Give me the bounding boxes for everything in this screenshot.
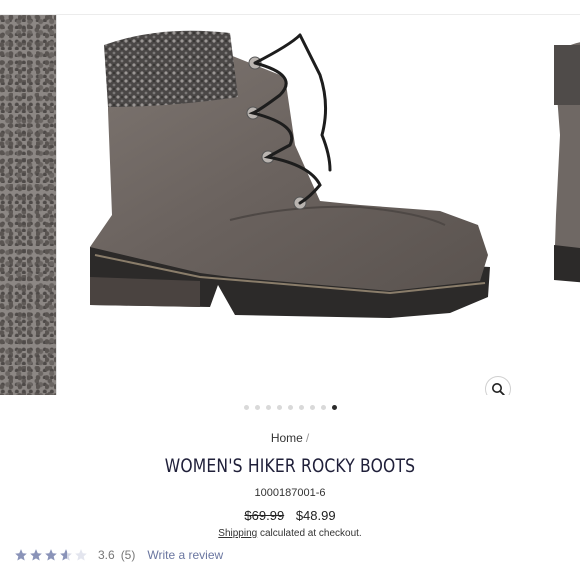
gallery-pagination xyxy=(0,405,580,410)
pagination-dot[interactable] xyxy=(243,405,249,410)
pagination-dot[interactable] xyxy=(254,405,260,410)
pagination-dot-active[interactable] xyxy=(331,405,337,410)
review-count[interactable]: (5) xyxy=(121,548,136,562)
pagination-dot[interactable] xyxy=(276,405,282,410)
star-rating xyxy=(14,548,88,562)
zoom-button[interactable] xyxy=(485,376,511,395)
pagination-dot[interactable] xyxy=(287,405,293,410)
pagination-dot[interactable] xyxy=(298,405,304,410)
gallery-slide-main[interactable] xyxy=(60,15,530,395)
product-title: WOMEN'S HIKER ROCKY BOOTS xyxy=(164,455,416,477)
gallery-slide-previous[interactable] xyxy=(0,15,57,395)
shipping-policy-link[interactable]: Shipping xyxy=(218,528,257,539)
star-partial-icon xyxy=(60,549,72,561)
pagination-dot[interactable] xyxy=(265,405,271,410)
breadcrumb: Home / xyxy=(0,431,580,445)
magnifier-icon xyxy=(492,383,505,395)
product-gallery[interactable] xyxy=(0,15,580,395)
shipping-text: calculated at checkout. xyxy=(257,528,362,539)
write-review-link[interactable]: Write a review xyxy=(147,548,223,562)
breadcrumb-home-link[interactable]: Home xyxy=(271,431,303,445)
star-full-icon xyxy=(45,549,57,561)
pagination-dot[interactable] xyxy=(320,405,326,410)
product-sku: 1000187001-6 xyxy=(254,487,326,499)
breadcrumb-separator: / xyxy=(305,431,310,445)
price-row: $69.99 $48.99 xyxy=(0,508,580,523)
gallery-slide-next[interactable] xyxy=(548,15,580,395)
pagination-dot[interactable] xyxy=(309,405,315,410)
knit-collar xyxy=(104,30,238,107)
product-page: Home / WOMEN'S HIKER ROCKY BOOTS 10001870… xyxy=(0,0,580,580)
shipping-note: Shipping calculated at checkout. xyxy=(0,528,580,539)
star-full-icon xyxy=(30,549,42,561)
star-empty-icon xyxy=(75,549,87,561)
review-summary: 3.6 (5) Write a review xyxy=(14,548,223,562)
price-sale: $48.99 xyxy=(295,508,336,523)
price-original: $69.99 xyxy=(244,508,285,523)
star-full-icon xyxy=(15,549,27,561)
rating-value: 3.6 xyxy=(98,548,115,562)
product-info: Home / WOMEN'S HIKER ROCKY BOOTS 10001870… xyxy=(0,425,580,539)
